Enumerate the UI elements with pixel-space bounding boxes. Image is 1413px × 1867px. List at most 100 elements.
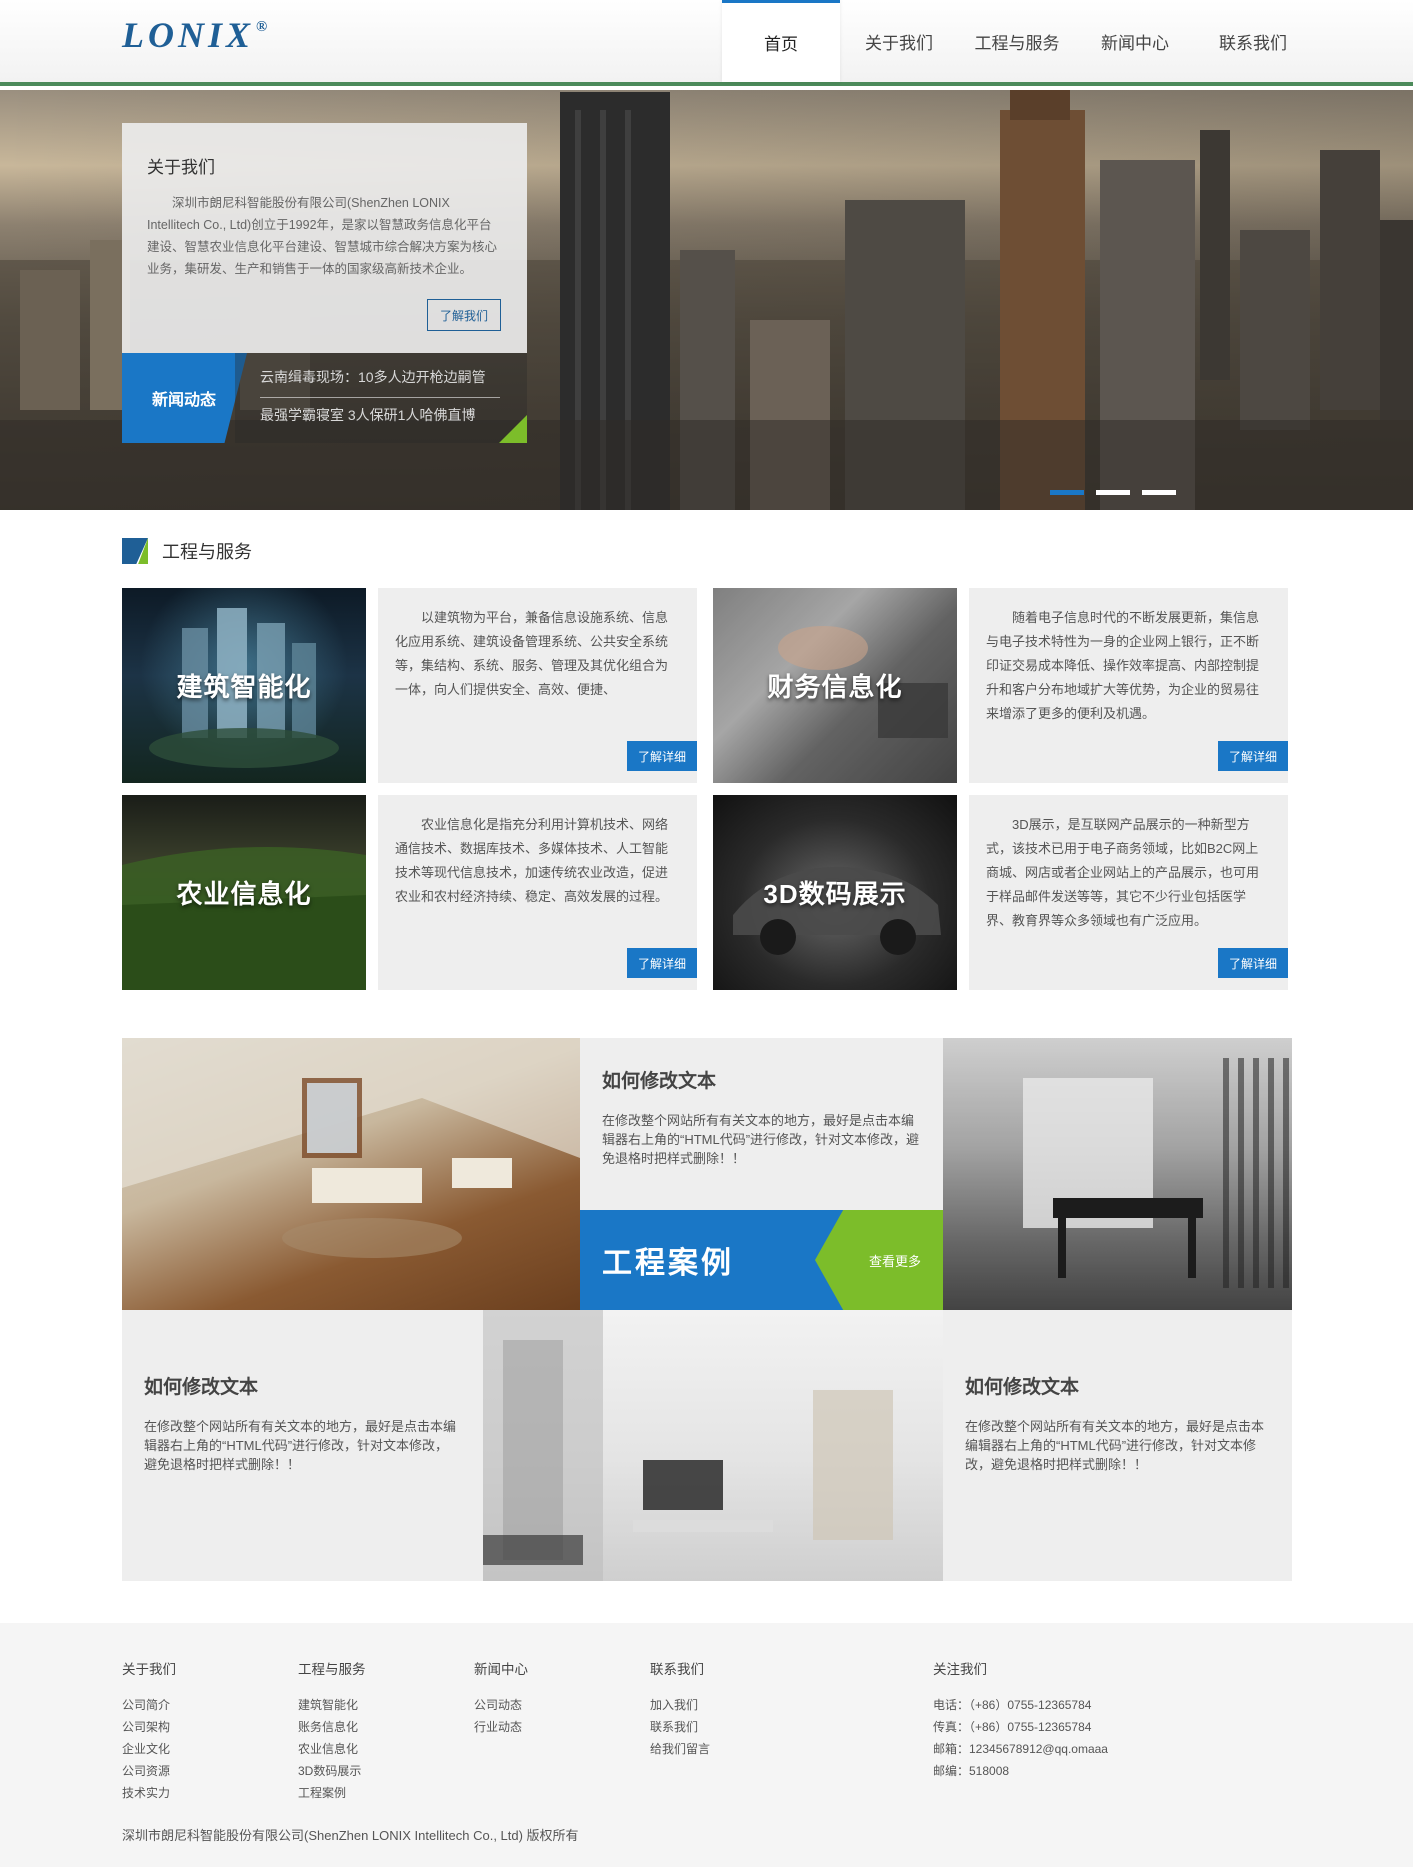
- case-text-top: 如何修改文本 在修改整个网站所有有关文本的地方，最好是点击本编辑器右上角的“HT…: [580, 1038, 943, 1310]
- news-item[interactable]: 云南缉毒现场：10多人边开枪边嗣管: [260, 367, 486, 387]
- service-text: 农业信息化是指充分利用计算机技术、网络通信技术、数据库技术、多媒体技术、人工智能…: [395, 817, 669, 904]
- case-text-left: 如何修改文本 在修改整个网站所有有关文本的地方，最好是点击本编辑器右上角的“HT…: [122, 1310, 483, 1581]
- news-ticker: 云南缉毒现场：10多人边开枪边嗣管 最强学霸寝室 3人保研1人哈佛直博: [235, 353, 527, 443]
- details-button[interactable]: 了解详细: [1218, 741, 1288, 771]
- case-text-right: 如何修改文本 在修改整个网站所有有关文本的地方，最好是点击本编辑器右上角的“HT…: [943, 1310, 1292, 1581]
- about-text: 深圳市朗尼科智能股份有限公司(ShenZhen LONIX Intellitec…: [147, 196, 498, 276]
- dining-room-image[interactable]: [943, 1038, 1292, 1310]
- nav-item-about[interactable]: 关于我们: [840, 0, 958, 82]
- footer-column-about: 关于我们 公司简介 公司架构 企业文化 公司资源 技术实力: [122, 1658, 176, 1804]
- service-body: 3D展示，是互联网产品展示的一种新型方式，该技术已用于电子商务领域，比如B2C网…: [969, 795, 1288, 990]
- nav-item-label: 工程与服务: [974, 33, 1060, 53]
- case-title: 如何修改文本: [965, 1377, 1080, 1398]
- car-image[interactable]: 3D数码展示: [713, 795, 957, 990]
- nav-item-services[interactable]: 工程与服务: [958, 0, 1076, 82]
- footer-link[interactable]: 公司简介: [122, 1694, 176, 1716]
- footer-link[interactable]: 工程案例: [298, 1782, 366, 1804]
- footer-link[interactable]: 建筑智能化: [298, 1694, 366, 1716]
- slider-dot[interactable]: [1096, 490, 1130, 495]
- nav-item-news[interactable]: 新闻中心: [1076, 0, 1194, 82]
- footer-heading: 关注我们: [933, 1662, 987, 1677]
- footer-link[interactable]: 企业文化: [122, 1738, 176, 1760]
- details-button[interactable]: 了解详细: [1218, 948, 1288, 978]
- slider-dots: [1050, 490, 1176, 495]
- tv-room-image[interactable]: [483, 1310, 943, 1581]
- hero-banner: 关于我们 深圳市朗尼科智能股份有限公司(ShenZhen LONIX Intel…: [0, 90, 1413, 510]
- contact-fax: 传真：（+86）0755-12365784: [933, 1720, 1092, 1734]
- nav-item-label: 新闻中心: [1101, 33, 1169, 53]
- case-text: 在修改整个网站所有有关文本的地方，最好是点击本编辑器右上角的“HTML代码”进行…: [602, 1113, 920, 1166]
- footer-link[interactable]: 联系我们: [650, 1716, 710, 1738]
- service-body: 以建筑物为平台，兼备信息设施系统、信息化应用系统、建筑设备管理系统、公共安全系统…: [378, 588, 697, 783]
- cases-band: 工程案例 查看更多: [580, 1210, 943, 1310]
- slider-dot[interactable]: [1142, 490, 1176, 495]
- contact-postcode: 邮编：518008: [933, 1764, 1010, 1778]
- service-card: 3D数码展示 3D展示，是互联网产品展示的一种新型方式，该技术已用于电子商务领域…: [713, 795, 1288, 990]
- footer-heading: 新闻中心: [474, 1662, 528, 1677]
- registered-mark: ®: [256, 19, 268, 35]
- pointer-arrow: [580, 1068, 582, 1096]
- footer-heading: 联系我们: [650, 1662, 704, 1677]
- service-caption: 财务信息化: [767, 672, 903, 702]
- footer-link[interactable]: 农业信息化: [298, 1738, 366, 1760]
- news-divider: [260, 397, 500, 398]
- main-nav: 首页 关于我们 工程与服务 新闻中心 联系我们: [722, 0, 1312, 82]
- building-image[interactable]: 建筑智能化: [122, 588, 366, 783]
- nav-item-label: 首页: [764, 35, 798, 54]
- service-text: 以建筑物为平台，兼备信息设施系统、信息化应用系统、建筑设备管理系统、公共安全系统…: [395, 610, 669, 697]
- footer-link[interactable]: 公司架构: [122, 1716, 176, 1738]
- footer-link[interactable]: 技术实力: [122, 1782, 176, 1804]
- service-card: 农业信息化 农业信息化是指充分利用计算机技术、网络通信技术、数据库技术、多媒体技…: [122, 795, 697, 990]
- footer-link[interactable]: 公司资源: [122, 1760, 176, 1782]
- footer-link[interactable]: 加入我们: [650, 1694, 710, 1716]
- service-caption: 建筑智能化: [176, 672, 312, 702]
- slider-dot[interactable]: [1050, 490, 1084, 495]
- site-footer: 关于我们 公司简介 公司架构 企业文化 公司资源 技术实力 工程与服务 建筑智能…: [0, 1623, 1413, 1867]
- footer-column-follow: 关注我们 电话：（+86）0755-12365784 传真：（+86）0755-…: [933, 1658, 1108, 1782]
- footer-link[interactable]: 账务信息化: [298, 1716, 366, 1738]
- footer-link[interactable]: 给我们留言: [650, 1738, 710, 1760]
- details-button[interactable]: 了解详细: [627, 741, 697, 771]
- cases-band-title: 工程案例: [602, 1247, 734, 1280]
- service-body: 随着电子信息时代的不断发展更新，集信息与电子技术特性为一身的企业网上银行，正不断…: [969, 588, 1288, 783]
- living-room-image[interactable]: [122, 1038, 580, 1310]
- service-caption: 3D数码展示: [763, 879, 907, 909]
- news-item[interactable]: 最强学霸寝室 3人保研1人哈佛直博: [260, 405, 475, 425]
- corner-accent: [499, 415, 527, 443]
- agriculture-image[interactable]: 农业信息化: [122, 795, 366, 990]
- view-more-button[interactable]: 查看更多: [815, 1210, 943, 1310]
- about-title: 关于我们: [147, 158, 215, 177]
- case-title: 如何修改文本: [144, 1377, 259, 1398]
- nav-item-label: 关于我们: [865, 33, 933, 53]
- footer-heading: 关于我们: [122, 1662, 176, 1677]
- footer-link[interactable]: 3D数码展示: [298, 1760, 366, 1782]
- nav-item-contact[interactable]: 联系我们: [1194, 0, 1312, 82]
- details-button[interactable]: 了解详细: [627, 948, 697, 978]
- contact-phone: 电话：（+86）0755-12365784: [933, 1698, 1092, 1712]
- logo[interactable]: LONIX ®: [122, 14, 268, 56]
- service-body: 农业信息化是指充分利用计算机技术、网络通信技术、数据库技术、多媒体技术、人工智能…: [378, 795, 697, 990]
- cases-grid: 如何修改文本 在修改整个网站所有有关文本的地方，最好是点击本编辑器右上角的“HT…: [122, 1038, 1292, 1581]
- service-caption: 农业信息化: [176, 879, 312, 909]
- footer-link[interactable]: 公司动态: [474, 1694, 528, 1716]
- tv-room-illustration: [483, 1310, 893, 1581]
- case-text: 在修改整个网站所有有关文本的地方，最好是点击本编辑器右上角的“HTML代码”进行…: [144, 1419, 457, 1472]
- footer-link[interactable]: 行业动态: [474, 1716, 528, 1738]
- living-room-illustration: [122, 1038, 580, 1258]
- nav-item-label: 联系我们: [1219, 33, 1287, 53]
- services-title: 工程与服务: [162, 542, 252, 562]
- footer-column-services: 工程与服务 建筑智能化 账务信息化 农业信息化 3D数码展示 工程案例: [298, 1658, 366, 1804]
- site-header: LONIX ® 首页 关于我们 工程与服务 新闻中心 联系我们: [0, 0, 1413, 86]
- service-card: 建筑智能化 以建筑物为平台，兼备信息设施系统、信息化应用系统、建筑设备管理系统、…: [122, 588, 697, 783]
- logo-text: LONIX: [122, 15, 255, 55]
- copyright: 深圳市朗尼科智能股份有限公司(ShenZhen LONIX Intellitec…: [122, 1828, 579, 1843]
- footer-heading: 工程与服务: [298, 1662, 366, 1677]
- section-icon: [122, 538, 148, 564]
- nav-item-home[interactable]: 首页: [722, 0, 840, 82]
- learn-about-button[interactable]: 了解我们: [427, 299, 501, 331]
- contact-email: 邮箱：12345678912@qq.omaaa: [933, 1742, 1108, 1756]
- service-text: 3D展示，是互联网产品展示的一种新型方式，该技术已用于电子商务领域，比如B2C网…: [986, 817, 1260, 928]
- finance-image[interactable]: 财务信息化: [713, 588, 957, 783]
- footer-column-news: 新闻中心 公司动态 行业动态: [474, 1658, 528, 1738]
- service-card: 财务信息化 随着电子信息时代的不断发展更新，集信息与电子技术特性为一身的企业网上…: [713, 588, 1288, 783]
